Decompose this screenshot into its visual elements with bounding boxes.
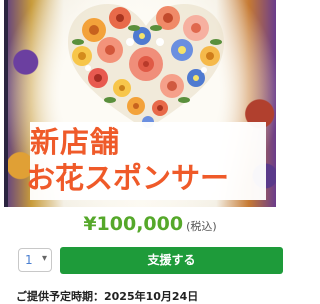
- promo-title-line2: お花スポンサー: [26, 161, 230, 195]
- chevron-down-icon: ▾: [41, 253, 47, 264]
- price-row: ¥100,000 (税込): [0, 213, 300, 235]
- promo-title-line1: 新店舗: [30, 125, 121, 159]
- quantity-select[interactable]: 1 ▾: [18, 248, 52, 272]
- image-edge: [4, 0, 8, 207]
- price-amount: ¥100,000: [83, 213, 184, 235]
- tax-note: (税込): [186, 220, 217, 233]
- flower-heart-illustration: [68, 4, 224, 130]
- delivery-schedule: ご提供予定時期：2025年10月24日: [16, 290, 199, 303]
- quantity-value: 1: [25, 253, 33, 267]
- support-button[interactable]: 支援する: [60, 247, 283, 274]
